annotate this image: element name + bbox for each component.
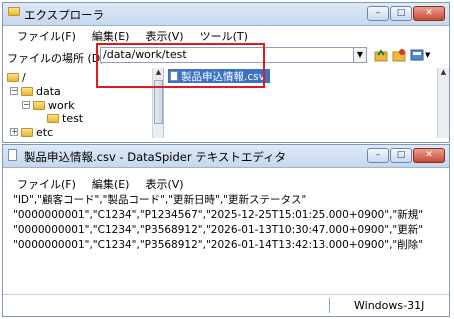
- tree-item-test[interactable]: test: [47, 111, 83, 125]
- explorer-title: エクスプローラ: [24, 8, 105, 22]
- address-bar: ファイルの場所 (D) /data/work/test ▼ ▼: [3, 43, 449, 88]
- tree-item-label: etc: [36, 125, 54, 139]
- close-button[interactable]: ✕: [413, 148, 445, 163]
- tree-item-data[interactable]: − data: [10, 84, 61, 98]
- text-line: "0000000001","C1234","P1234567","2025-12…: [13, 209, 424, 221]
- maximize-button[interactable]: □: [390, 148, 412, 163]
- tree-item-label: work: [48, 98, 75, 112]
- scroll-up-icon[interactable]: ▲: [438, 68, 449, 76]
- filelist-scrollbar[interactable]: ▲: [437, 68, 449, 138]
- file-icon: [8, 149, 17, 161]
- status-divider: [329, 298, 330, 313]
- text-line: "ID","顧客コード","製品コード","更新日時","更新ステータス": [13, 194, 307, 206]
- maximize-button[interactable]: □: [390, 6, 412, 21]
- menu-file[interactable]: ファイル(F): [17, 28, 76, 44]
- minimize-button[interactable]: –: [367, 148, 389, 163]
- explorer-window: エクスプローラ – □ ✕ ファイル(F) 編集(E) 表示(V) ツール(T)…: [2, 2, 450, 143]
- highlight-box: [96, 43, 265, 88]
- menu-view[interactable]: 表示(V): [145, 176, 183, 192]
- address-label: ファイルの場所 (D): [7, 52, 105, 65]
- menu-view[interactable]: 表示(V): [145, 28, 183, 44]
- editor-titlebar: 製品申込情報.csv - DataSpider テキストエディタ – □ ✕: [3, 145, 449, 168]
- folder-icon: [33, 100, 45, 110]
- editor-menubar: ファイル(F) 編集(E) 表示(V): [3, 174, 449, 194]
- tree-item-etc[interactable]: + etc: [10, 125, 53, 138]
- view-icon[interactable]: [410, 48, 424, 62]
- tree-item-label: data: [36, 84, 61, 98]
- editor-text-area[interactable]: "ID","顧客コード","製品コード","更新日時","更新ステータス" "0…: [13, 193, 423, 253]
- up-folder-icon[interactable]: [374, 48, 388, 62]
- editor-statusbar: Windows-31J: [3, 294, 449, 316]
- text-line: "0000000001","C1234","P3568912","2026-01…: [13, 224, 424, 236]
- collapse-icon[interactable]: −: [22, 101, 30, 109]
- minimize-button[interactable]: –: [367, 6, 389, 21]
- folder-icon: [8, 7, 20, 16]
- folder-icon: [47, 113, 59, 123]
- dropdown-arrow-icon[interactable]: ▼: [354, 47, 367, 63]
- collapse-icon[interactable]: −: [10, 87, 18, 95]
- chevron-down-icon[interactable]: ▼: [425, 48, 439, 62]
- tree-item-root[interactable]: /: [7, 70, 26, 84]
- expand-icon[interactable]: +: [10, 128, 18, 136]
- tree-item-work[interactable]: − work: [22, 98, 75, 112]
- menu-tools[interactable]: ツール(T): [200, 28, 248, 44]
- folder-icon: [7, 72, 19, 82]
- close-button[interactable]: ✕: [413, 6, 445, 21]
- tree-item-label: test: [62, 111, 84, 125]
- new-folder-icon[interactable]: [392, 48, 406, 62]
- explorer-titlebar: エクスプローラ – □ ✕: [3, 3, 449, 26]
- menu-file[interactable]: ファイル(F): [17, 176, 76, 192]
- editor-title: 製品申込情報.csv - DataSpider テキストエディタ: [24, 150, 287, 164]
- menu-edit[interactable]: 編集(E): [92, 176, 130, 192]
- folder-icon: [21, 86, 33, 96]
- encoding-status: Windows-31J: [354, 299, 425, 312]
- tree-item-label: /: [22, 70, 26, 84]
- menu-edit[interactable]: 編集(E): [92, 28, 130, 44]
- text-line: "0000000001","C1234","P3568912","2026-01…: [13, 239, 424, 251]
- editor-window: 製品申込情報.csv - DataSpider テキストエディタ – □ ✕ フ…: [2, 144, 450, 317]
- folder-icon: [21, 127, 33, 137]
